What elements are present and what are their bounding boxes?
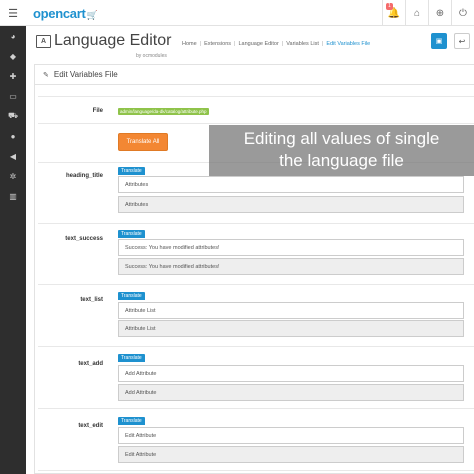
translate-button[interactable]: Translate <box>118 167 145 175</box>
panel-title: Edit Variables File <box>53 70 118 79</box>
divider <box>38 223 474 224</box>
value-input[interactable]: Edit Attribute <box>118 427 464 444</box>
breadcrumb-edit-variables[interactable]: Edit Variables File <box>326 41 370 47</box>
divider <box>38 346 474 347</box>
puzzle-icon[interactable]: ✚ <box>0 66 26 86</box>
language-icon: A <box>36 35 51 48</box>
value-input[interactable]: Attributes <box>118 176 464 193</box>
file-label: File <box>92 108 103 114</box>
caption-line-1: Editing all values of single <box>243 129 440 148</box>
translate-button[interactable]: Translate <box>118 354 145 362</box>
save-icon: ▣ <box>435 38 443 45</box>
original-value: Attribute List <box>118 320 464 337</box>
save-button[interactable]: ▣ <box>431 33 447 49</box>
translate-button[interactable]: Translate <box>118 292 145 300</box>
page-title: Language Editor <box>54 32 172 49</box>
field-key-text-list: text_list <box>80 297 103 303</box>
cart-icon[interactable]: ⛟ <box>0 106 26 126</box>
field-key-text-edit: text_edit <box>78 423 103 429</box>
breadcrumb-extensions[interactable]: Extensions <box>204 41 231 47</box>
bell-icon[interactable]: 1 🔔 <box>382 0 405 26</box>
panel-heading: ✎ Edit Variables File <box>35 65 474 85</box>
dashboard-icon[interactable]: ◕ <box>0 26 26 46</box>
chart-icon[interactable]: ▥ <box>0 186 26 206</box>
share-icon[interactable]: ◀ <box>0 146 26 166</box>
menu-icon[interactable]: ☰ <box>0 0 26 26</box>
breadcrumb: Home | Extensions | Language Editor | Variable… <box>182 41 371 47</box>
desktop-icon[interactable]: ▭ <box>0 86 26 106</box>
page-subtitle: by ocmodules <box>136 53 167 59</box>
divider <box>38 408 474 409</box>
value-input[interactable]: Success: You have modified attributes! <box>118 239 464 256</box>
cog-icon[interactable]: ✲ <box>0 166 26 186</box>
user-icon[interactable]: ● <box>0 126 26 146</box>
divider <box>38 284 474 285</box>
reply-icon: ↩ <box>458 36 466 46</box>
cart-icon: 🛒 <box>86 10 98 20</box>
original-value: Attributes <box>118 196 464 213</box>
translate-button[interactable]: Translate <box>118 417 145 425</box>
file-path-badge: admin/language/da-dk/catalog/attribute.p… <box>118 108 209 115</box>
feature-caption: Editing all values of single the languag… <box>209 125 474 176</box>
field-key-text-add: text_add <box>78 361 103 367</box>
divider <box>38 123 474 124</box>
home-icon[interactable]: ⌂ <box>405 0 428 26</box>
original-value: Edit Attribute <box>118 446 464 463</box>
notification-badge: 1 <box>386 3 393 10</box>
breadcrumb-home[interactable]: Home <box>182 41 197 47</box>
top-header: ☰ opencart🛒 1 🔔 ⌂ ⊕ ⏻ <box>0 0 474 26</box>
logo-text: opencart <box>33 6 86 21</box>
pencil-icon: ✎ <box>43 71 49 79</box>
lifebuoy-icon[interactable]: ⊕ <box>428 0 451 26</box>
breadcrumb-language-editor[interactable]: Language Editor <box>238 41 278 47</box>
translate-button[interactable]: Translate <box>118 230 145 238</box>
original-value: Success: You have modified attributes! <box>118 258 464 275</box>
translate-all-button[interactable]: Translate All <box>118 133 168 151</box>
caption-line-2: the language file <box>279 151 404 170</box>
value-input[interactable]: Attribute List <box>118 302 464 319</box>
divider <box>38 96 474 97</box>
original-value: Add Attribute <box>118 384 464 401</box>
tags-icon[interactable]: ◆ <box>0 46 26 66</box>
logo[interactable]: opencart🛒 <box>33 6 98 21</box>
breadcrumb-variables-list[interactable]: Variables List <box>286 41 319 47</box>
back-button[interactable]: ↩ <box>454 33 470 49</box>
field-key-heading-title: heading_title <box>65 173 103 179</box>
logout-icon[interactable]: ⏻ <box>451 0 474 26</box>
page-header: A Language Editor by ocmodules Home | Exte… <box>26 26 474 64</box>
sidebar: ◕ ◆ ✚ ▭ ⛟ ● ◀ ✲ ▥ <box>0 26 26 474</box>
value-input[interactable]: Add Attribute <box>118 365 464 382</box>
field-key-text-success: text_success <box>65 236 103 242</box>
divider <box>38 470 474 471</box>
